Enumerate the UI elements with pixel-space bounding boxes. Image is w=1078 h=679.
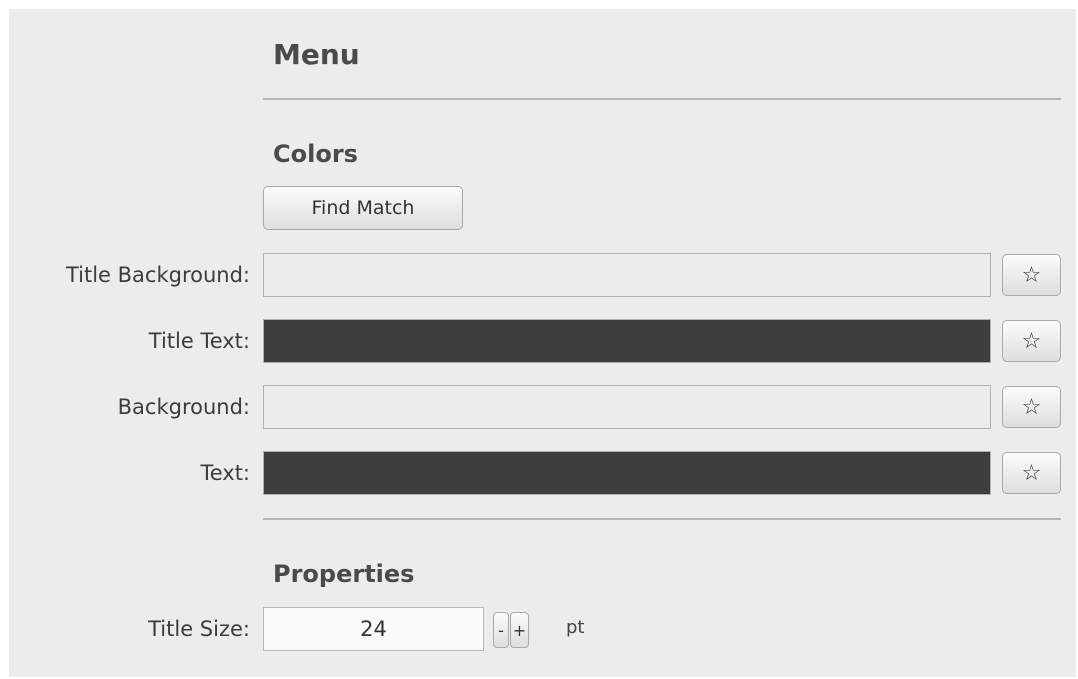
title-text-favorite-button[interactable]: ☆ (1002, 320, 1061, 362)
star-icon: ☆ (1021, 328, 1042, 354)
star-icon: ☆ (1021, 262, 1042, 288)
background-favorite-button[interactable]: ☆ (1002, 386, 1061, 428)
title-background-swatch[interactable] (263, 253, 991, 297)
divider (263, 98, 1061, 100)
decrement-button[interactable]: - (493, 612, 509, 648)
title-size-input[interactable]: 24 (263, 607, 484, 651)
title-text-swatch[interactable] (263, 319, 991, 363)
title-size-label: Title Size: (148, 617, 250, 641)
star-icon: ☆ (1021, 460, 1042, 486)
section-title-menu: Menu (273, 38, 360, 71)
background-swatch[interactable] (263, 385, 991, 429)
divider (263, 518, 1061, 520)
text-favorite-button[interactable]: ☆ (1002, 452, 1061, 494)
title-text-label: Title Text: (148, 329, 250, 353)
unit-label: pt (566, 617, 585, 638)
section-title-properties: Properties (273, 560, 415, 588)
section-title-colors: Colors (273, 140, 358, 168)
increment-button[interactable]: + (510, 612, 529, 648)
title-background-favorite-button[interactable]: ☆ (1002, 254, 1061, 296)
text-label: Text: (200, 461, 250, 485)
background-label: Background: (117, 395, 250, 419)
title-background-label: Title Background: (65, 263, 250, 287)
find-match-button[interactable]: Find Match (263, 186, 463, 230)
star-icon: ☆ (1021, 394, 1042, 420)
text-swatch[interactable] (263, 451, 991, 495)
